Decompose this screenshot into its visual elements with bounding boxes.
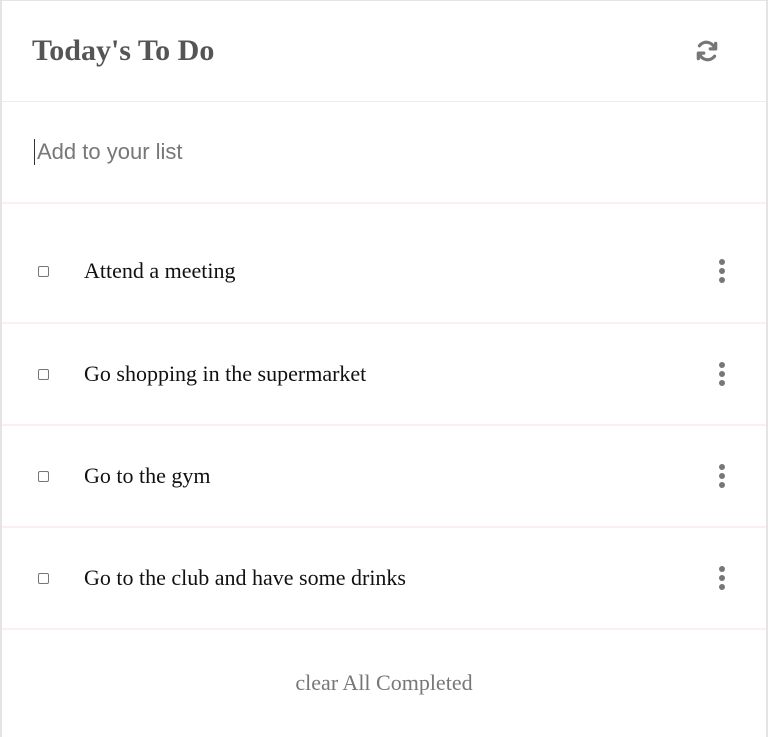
item-checkbox[interactable] — [38, 368, 49, 380]
list-item: Attend a meeting — [2, 220, 766, 324]
todo-list: Attend a meeting Go shopping in the supe… — [2, 220, 766, 630]
add-item-row — [2, 102, 766, 204]
item-checkbox[interactable] — [38, 265, 49, 277]
refresh-icon[interactable] — [692, 36, 722, 66]
page-title: Today's To Do — [32, 34, 215, 67]
more-vertical-icon[interactable] — [712, 564, 732, 592]
item-checkbox[interactable] — [38, 572, 49, 584]
list-item: Go to the gym — [2, 426, 766, 528]
item-label: Go to the gym — [84, 463, 211, 488]
header: Today's To Do — [2, 1, 766, 102]
list-item: Go to the club and have some drinks — [2, 528, 766, 630]
item-label: Go to the club and have some drinks — [84, 565, 406, 590]
clear-completed-button[interactable]: clear All Completed — [295, 670, 472, 696]
item-label: Go shopping in the supermarket — [84, 361, 367, 386]
add-item-input[interactable] — [34, 139, 677, 165]
item-label: Attend a meeting — [84, 258, 236, 283]
list-item: Go shopping in the supermarket — [2, 324, 766, 426]
more-vertical-icon[interactable] — [712, 257, 732, 285]
more-vertical-icon[interactable] — [712, 360, 732, 388]
todo-app: Today's To Do Attend a meeting Go shoppi… — [0, 0, 768, 737]
item-checkbox[interactable] — [38, 470, 49, 482]
footer: clear All Completed — [2, 630, 766, 736]
more-vertical-icon[interactable] — [712, 462, 732, 490]
